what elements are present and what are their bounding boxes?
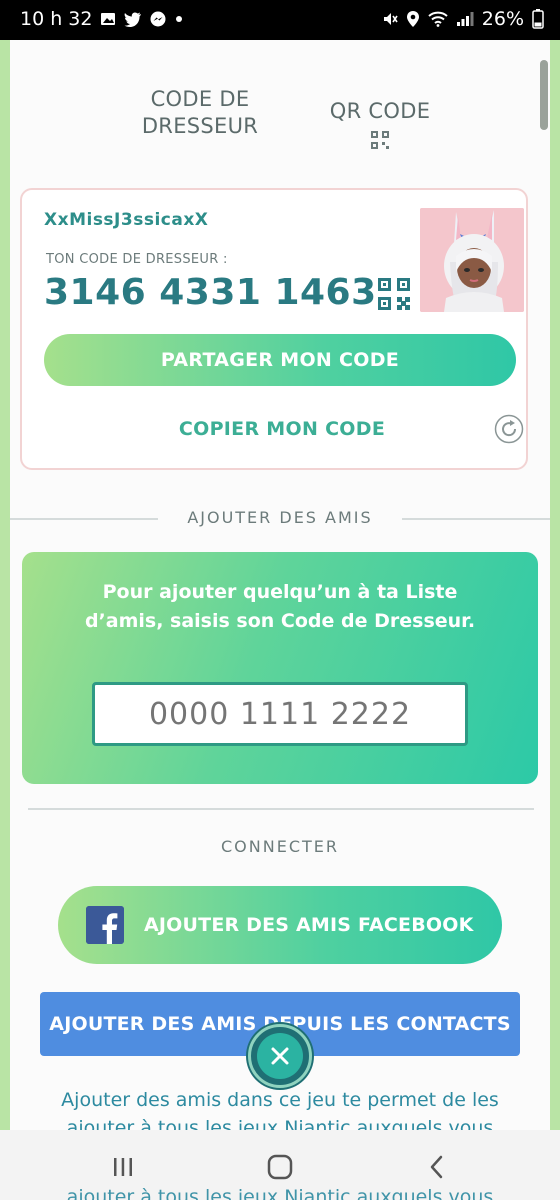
- share-code-button[interactable]: PARTAGER MON CODE: [44, 334, 516, 386]
- location-icon: [406, 11, 419, 27]
- section-divider: [28, 808, 534, 810]
- tab-trainer-code[interactable]: CODE DE DRESSEUR: [120, 86, 280, 140]
- add-friend-instructions: Pour ajouter quelqu’un à ta Liste d’amis…: [84, 581, 476, 632]
- back-icon[interactable]: [422, 1152, 452, 1182]
- add-friends-heading: AJOUTER DES AMIS: [158, 508, 402, 527]
- system-nav-bar: ajouter à tous les jeux Niantic auxquels…: [0, 1130, 560, 1200]
- status-time: 10 h 32: [20, 8, 93, 30]
- connect-heading: CONNECTER: [200, 837, 360, 856]
- refresh-icon[interactable]: [494, 414, 524, 444]
- home-icon[interactable]: [265, 1152, 295, 1182]
- friends-info-text: Ajouter des amis dans ce jeu te permet d…: [61, 1089, 499, 1130]
- gallery-icon: [101, 13, 116, 25]
- battery-level: 26%: [481, 8, 524, 30]
- trainer-code-card: XxMissJ3ssicaxX TON CODE DE DRESSEUR : 3…: [20, 188, 528, 470]
- status-bar: 10 h 32 26%: [0, 0, 560, 40]
- copy-code-button[interactable]: COPIER MON CODE: [152, 418, 412, 440]
- dot-icon: [176, 16, 183, 22]
- wifi-icon: [428, 11, 448, 27]
- close-icon: [271, 1047, 289, 1065]
- twitter-icon: [124, 12, 142, 27]
- friends-sheet: CODE DE DRESSEUR QR CODE XxMissJ3ssicaxX…: [10, 40, 550, 1130]
- trainer-avatar: [420, 208, 524, 312]
- friend-code-input[interactable]: [92, 682, 468, 746]
- avatar-illustration: [420, 208, 524, 312]
- tab-qr-label: QR CODE: [329, 99, 431, 123]
- add-facebook-friends-button[interactable]: AJOUTER DES AMIS FACEBOOK: [58, 886, 502, 964]
- messenger-icon: [150, 11, 166, 27]
- show-qr-icon[interactable]: [378, 278, 410, 310]
- facebook-icon: [86, 906, 124, 944]
- trainer-name: XxMissJ3ssicaxX: [44, 210, 209, 230]
- scroll-ghost-text: ajouter à tous les jeux Niantic auxquels…: [66, 1186, 494, 1200]
- mute-icon: [383, 13, 398, 25]
- signal-icon: [456, 12, 474, 26]
- trainer-code-label: TON CODE DE DRESSEUR :: [46, 252, 228, 267]
- status-right: 26%: [382, 8, 544, 30]
- tab-qr-code[interactable]: QR CODE: [310, 98, 450, 149]
- trainer-code-value: 3146 4331 1463: [44, 272, 377, 313]
- recents-icon[interactable]: [108, 1152, 138, 1182]
- app-background: CODE DE DRESSEUR QR CODE XxMissJ3ssicaxX…: [0, 40, 560, 1130]
- close-button[interactable]: [248, 1024, 312, 1088]
- code-tabs: CODE DE DRESSEUR QR CODE: [10, 80, 550, 200]
- battery-icon: [532, 9, 544, 29]
- add-friend-card: Pour ajouter quelqu’un à ta Liste d’amis…: [22, 552, 538, 784]
- facebook-button-label: AJOUTER DES AMIS FACEBOOK: [144, 914, 474, 936]
- status-left: 10 h 32: [20, 8, 184, 30]
- qr-icon: [371, 131, 389, 149]
